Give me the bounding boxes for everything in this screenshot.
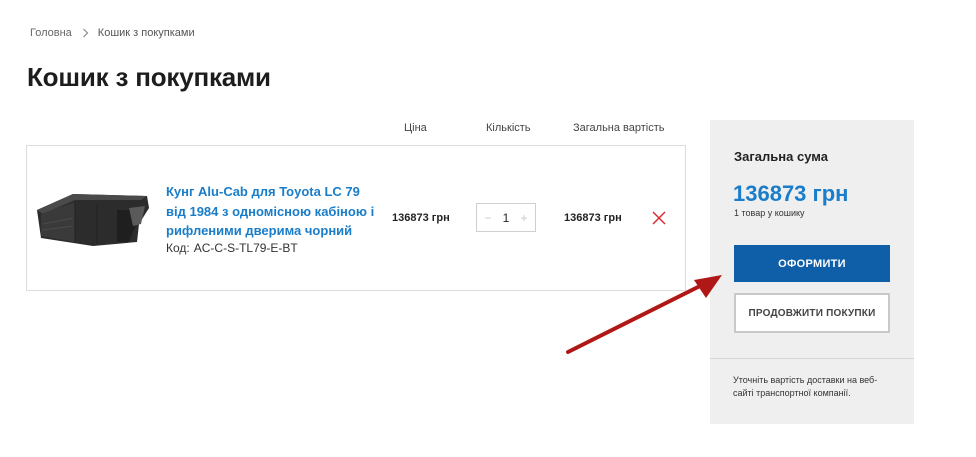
- close-icon[interactable]: [651, 210, 667, 226]
- quantity-value[interactable]: 1: [503, 211, 510, 225]
- product-code-label: Код:: [166, 241, 190, 255]
- quantity-stepper: − 1 +: [476, 203, 536, 232]
- order-summary-panel: Загальна сума 136873 грн 1 товар у кошик…: [710, 120, 914, 424]
- summary-amount: 136873 грн: [733, 181, 849, 206]
- summary-item-count: 1 товар у кошику: [734, 208, 805, 218]
- quantity-decrease-button[interactable]: −: [483, 211, 493, 225]
- product-code: Код: AC-C-S-TL79-E-BT: [166, 241, 298, 255]
- annotation-arrow-icon: [566, 275, 722, 354]
- checkout-button[interactable]: ОФОРМИТИ: [734, 245, 890, 282]
- product-code-value: AC-C-S-TL79-E-BT: [193, 241, 298, 255]
- delivery-note: Уточніть вартість доставки на веб-сайті …: [733, 375, 878, 398]
- summary-title: Загальна сума: [734, 149, 828, 164]
- quantity-increase-button[interactable]: +: [519, 211, 529, 225]
- breadcrumb-home-link[interactable]: Головна: [30, 27, 72, 39]
- column-header-price: Ціна: [404, 122, 427, 134]
- chevron-right-icon: [82, 28, 89, 38]
- product-name-link[interactable]: Кунг Alu-Cab для Toyota LC 79 від 1984 з…: [166, 182, 376, 241]
- column-header-total: Загальна вартість: [573, 122, 665, 134]
- product-image[interactable]: [33, 184, 153, 248]
- column-header-quantity: Кількість: [486, 122, 531, 134]
- page-title: Кошик з покупками: [27, 62, 271, 92]
- item-price: 136873 грн: [392, 212, 450, 224]
- continue-shopping-button[interactable]: ПРОДОВЖИТИ ПОКУПКИ: [734, 293, 890, 333]
- item-total: 136873 грн: [564, 212, 622, 224]
- breadcrumb: Головна Кошик з покупками: [30, 27, 195, 39]
- breadcrumb-current: Кошик з покупками: [97, 27, 195, 39]
- summary-divider: [710, 358, 914, 359]
